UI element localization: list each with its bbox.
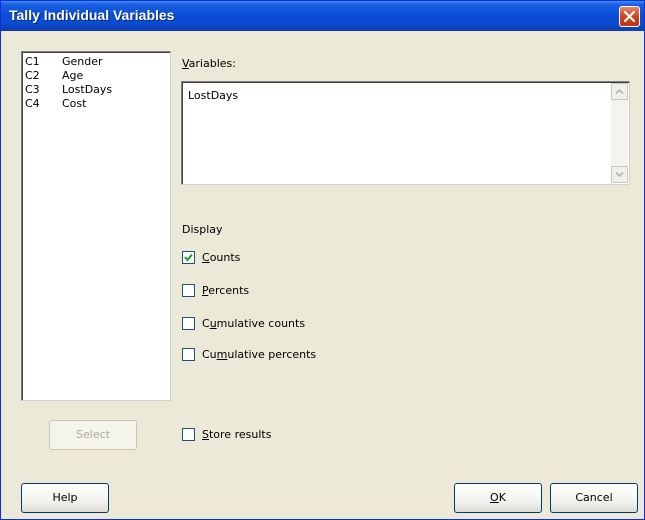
columns-listbox[interactable]: C1 Gender C2 Age C3 LostDays C4 Cost — [21, 51, 171, 401]
checkbox-label: Cumulative counts — [202, 317, 306, 330]
help-button[interactable]: Help — [21, 483, 109, 513]
display-heading: Display — [182, 223, 223, 236]
checkbox-box[interactable] — [182, 317, 195, 330]
window-title: Tally Individual Variables — [9, 7, 175, 23]
checkbox-label: Percents — [202, 284, 250, 297]
close-button[interactable] — [619, 6, 640, 27]
variables-label: Variables: — [182, 57, 236, 70]
checkbox-label: Cumulative percents — [202, 348, 317, 361]
checkbox-box[interactable] — [182, 428, 195, 441]
dialog-body: C1 Gender C2 Age C3 LostDays C4 Cost Var… — [4, 31, 641, 518]
checkbox-label: Store results — [202, 428, 272, 441]
title-bar[interactable]: Tally Individual Variables — [1, 1, 644, 31]
chevron-up-icon — [615, 88, 624, 95]
chevron-down-icon — [615, 171, 624, 178]
variables-scrollbar[interactable] — [611, 83, 628, 183]
checkbox-box[interactable] — [182, 284, 195, 297]
ok-button[interactable]: OK — [454, 483, 542, 513]
checkbox-box[interactable] — [182, 348, 195, 361]
dialog-window: Tally Individual Variables C1 Gender C2 … — [0, 0, 645, 520]
variables-input[interactable]: LostDays — [181, 81, 630, 185]
checkbox-label: Counts — [202, 251, 241, 264]
scroll-up-button[interactable] — [611, 83, 628, 100]
close-icon — [624, 11, 635, 22]
checkbox-box[interactable] — [182, 251, 195, 264]
scroll-down-button[interactable] — [611, 166, 628, 183]
select-button[interactable]: Select — [49, 420, 137, 450]
cancel-button[interactable]: Cancel — [550, 483, 638, 513]
checkmark-icon — [184, 253, 193, 262]
